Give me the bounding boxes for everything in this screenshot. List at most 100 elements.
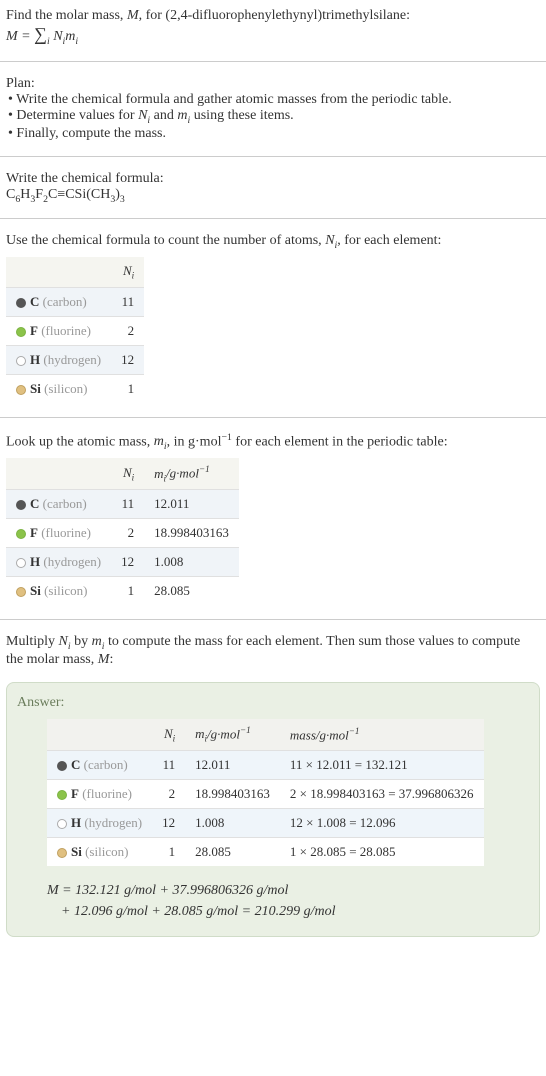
- mass: 12 × 1.008 = 12.096: [280, 808, 484, 837]
- mi: 28.085: [185, 837, 280, 866]
- multiply-text: Multiply Ni by mi to compute the mass fo…: [6, 634, 540, 668]
- name: (carbon): [84, 757, 128, 772]
- name: (carbon): [43, 294, 87, 309]
- table-row: H (hydrogen): [6, 345, 111, 374]
- name: (silicon): [44, 381, 87, 396]
- name: (silicon): [44, 583, 87, 598]
- formula-section: Write the chemical formula: C6H3F2C≡CSi(…: [0, 163, 546, 213]
- final-line2: + 12.096 g/mol + 28.085 g/mol = 210.299 …: [47, 901, 529, 922]
- table-row: C (carbon): [6, 490, 111, 519]
- intro: Find the molar mass, M, for (2,4-difluor…: [0, 0, 546, 55]
- name: (hydrogen): [43, 554, 101, 569]
- divider: [0, 156, 546, 157]
- final-result: M = 132.121 g/mol + 37.996806326 g/mol +…: [47, 880, 529, 922]
- sym: F: [30, 323, 38, 338]
- var-M: M: [127, 8, 139, 23]
- hydrogen-dot-icon: [16, 356, 26, 366]
- name: (hydrogen): [84, 815, 142, 830]
- formula-heading: Write the chemical formula:: [6, 171, 540, 187]
- final-line1: M = 132.121 g/mol + 37.996806326 g/mol: [47, 880, 529, 901]
- plan-item: • Determine values for Ni and mi using t…: [8, 108, 540, 126]
- name: (fluorine): [41, 323, 91, 338]
- text: , for (2,4-difluorophenylethynyl)trimeth…: [139, 8, 410, 23]
- table-row: F (fluorine): [6, 519, 111, 548]
- silicon-dot-icon: [57, 848, 67, 858]
- fluorine-dot-icon: [57, 790, 67, 800]
- carbon-dot-icon: [57, 761, 67, 771]
- name: (carbon): [43, 496, 87, 511]
- mi: 1.008: [185, 808, 280, 837]
- table-row: F (fluorine): [6, 316, 111, 345]
- col-mi: mi/g·mol−1: [185, 719, 280, 750]
- mass-heading: Look up the atomic mass, mi, in g·mol−1 …: [6, 432, 540, 452]
- table-row: C (carbon): [47, 750, 152, 779]
- ni: 12: [111, 548, 144, 577]
- sym: F: [30, 525, 38, 540]
- answer-label: Answer:: [17, 695, 529, 711]
- ni: 1: [111, 577, 144, 606]
- name: (fluorine): [82, 786, 132, 801]
- table-row: Si (silicon): [6, 577, 111, 606]
- carbon-dot-icon: [16, 500, 26, 510]
- answer-table: Nimi/g·mol−1mass/g·mol−1 C (carbon)1112.…: [47, 719, 484, 866]
- table-row: H (hydrogen): [6, 548, 111, 577]
- text: Use the chemical formula to count the nu…: [6, 233, 325, 248]
- table-row: Si (silicon): [6, 374, 111, 403]
- plan-title: Plan:: [6, 76, 540, 92]
- mass: 11 × 12.011 = 132.121: [280, 750, 484, 779]
- chem-formula: C6H3F2C≡CSi(CH3)3: [6, 187, 540, 205]
- divider: [0, 61, 546, 62]
- sym: C: [71, 757, 80, 772]
- count-section: Use the chemical formula to count the nu…: [0, 225, 546, 410]
- multiply-section: Multiply Ni by mi to compute the mass fo…: [0, 626, 546, 676]
- sym: H: [71, 815, 81, 830]
- ni: 11: [111, 287, 144, 316]
- count-heading: Use the chemical formula to count the nu…: [6, 233, 540, 251]
- plan-item: • Finally, compute the mass.: [8, 126, 540, 142]
- eq-tail: Nimi: [53, 29, 78, 44]
- ni: 11: [152, 750, 185, 779]
- sym: H: [30, 554, 40, 569]
- mass-table: Nimi/g·mol−1 C (carbon)1112.011 F (fluor…: [6, 458, 239, 605]
- text: Find the molar mass,: [6, 8, 127, 23]
- mi: 12.011: [144, 490, 239, 519]
- eq-lhs: M: [6, 29, 18, 44]
- ni: 12: [152, 808, 185, 837]
- sym: Si: [71, 844, 82, 859]
- intro-equation: M = ∑i Nimi: [6, 24, 540, 47]
- hydrogen-dot-icon: [16, 558, 26, 568]
- ni: 11: [111, 490, 144, 519]
- mass: 2 × 18.998403163 = 37.996806326: [280, 779, 484, 808]
- var-Ni: Ni: [325, 233, 337, 248]
- silicon-dot-icon: [16, 587, 26, 597]
- col-mass: mass/g·mol−1: [280, 719, 484, 750]
- name: (hydrogen): [43, 352, 101, 367]
- ni: 2: [111, 519, 144, 548]
- col-mi: mi/g·mol−1: [144, 458, 239, 489]
- table-row: H (hydrogen): [47, 808, 152, 837]
- table-row: C (carbon): [6, 287, 111, 316]
- sym: C: [30, 294, 39, 309]
- mi: 12.011: [185, 750, 280, 779]
- mass: 1 × 28.085 = 28.085: [280, 837, 484, 866]
- sym: C: [30, 496, 39, 511]
- col-ni: Ni: [111, 257, 144, 287]
- name: (fluorine): [41, 525, 91, 540]
- fluorine-dot-icon: [16, 529, 26, 539]
- ni: 2: [111, 316, 144, 345]
- ni: 2: [152, 779, 185, 808]
- name: (silicon): [85, 844, 128, 859]
- table-row: F (fluorine): [47, 779, 152, 808]
- sigma: ∑: [34, 24, 47, 44]
- mi: 18.998403163: [144, 519, 239, 548]
- plan: Plan: • Write the chemical formula and g…: [0, 68, 546, 150]
- sym: F: [71, 786, 79, 801]
- mi: 1.008: [144, 548, 239, 577]
- divider: [0, 619, 546, 620]
- intro-line: Find the molar mass, M, for (2,4-difluor…: [6, 8, 540, 24]
- sigma-sub: i: [47, 36, 50, 47]
- ni: 1: [111, 374, 144, 403]
- silicon-dot-icon: [16, 385, 26, 395]
- ni: 12: [111, 345, 144, 374]
- table-row: Si (silicon): [47, 837, 152, 866]
